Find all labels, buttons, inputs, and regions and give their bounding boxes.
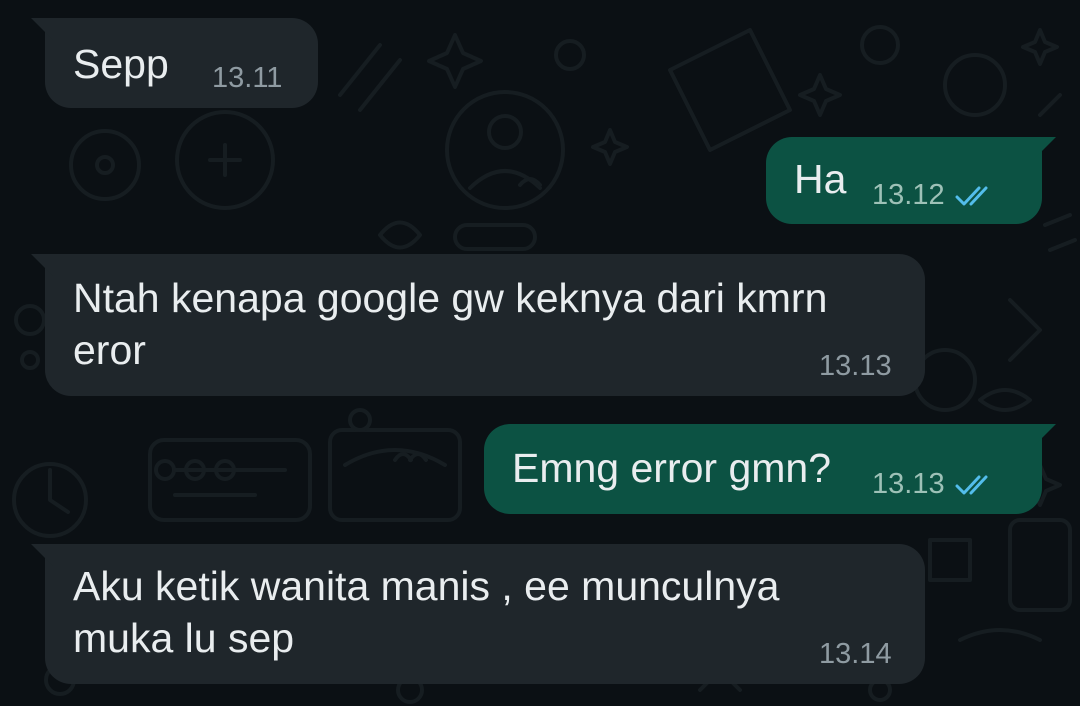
- message-text: Ha: [794, 156, 847, 202]
- bubble-tail: [1034, 137, 1056, 159]
- bubble-tail: [31, 544, 53, 566]
- message-time: 13.14: [819, 638, 892, 670]
- message-text: Emng error gmn?: [512, 445, 832, 491]
- message-meta: 13.13: [872, 468, 999, 501]
- message-text-line: eror: [73, 327, 146, 373]
- message-bubble-incoming[interactable]: Ntah kenapa google gw keknya dari kmrn e…: [31, 254, 925, 396]
- message-bubble-outgoing[interactable]: Ha 13.12: [766, 137, 1056, 224]
- message-time: 13.12: [872, 179, 945, 211]
- message-meta: 13.11: [212, 62, 282, 95]
- message-bubble-incoming[interactable]: Sepp 13.11: [31, 18, 318, 108]
- message-meta: 13.13: [819, 350, 892, 383]
- double-check-icon: [955, 475, 988, 494]
- message-meta: 13.12: [872, 179, 999, 212]
- message-time: 13.13: [819, 350, 892, 382]
- bubble-tail: [31, 18, 53, 40]
- message-text-line: Aku ketik wanita manis , ee munculnya: [73, 563, 780, 609]
- message-text-line: Ntah kenapa google gw keknya dari kmrn: [73, 275, 828, 321]
- message-text-line: muka lu sep: [73, 615, 295, 661]
- double-check-icon: [955, 186, 988, 205]
- bubble-tail: [31, 254, 53, 276]
- bubble-tail: [1034, 424, 1056, 446]
- message-meta: 13.14: [819, 638, 892, 671]
- message-bubble-incoming[interactable]: Aku ketik wanita manis , ee munculnya mu…: [31, 544, 925, 684]
- message-time: 13.11: [212, 62, 283, 94]
- message-bubble-outgoing[interactable]: Emng error gmn? 13.13: [484, 424, 1056, 514]
- message-time: 13.13: [872, 468, 945, 500]
- message-text: Sepp: [73, 41, 169, 87]
- chat-conversation: Sepp 13.11 Ha 13.12 Ntah kenapa google g…: [0, 0, 1080, 706]
